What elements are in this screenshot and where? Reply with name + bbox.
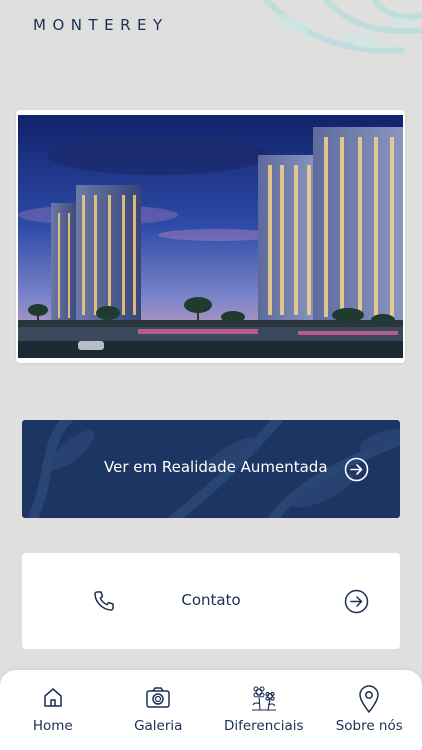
bottom-tab-bar: Home Galeria Diferenciais Sobre nós [0, 670, 422, 750]
tab-home-label: Home [32, 718, 73, 734]
brand-logo: MONTEREY [33, 16, 169, 34]
tab-galeria-label: Galeria [134, 718, 183, 734]
location-pin-icon [359, 685, 379, 713]
arrow-right-circle-icon [344, 589, 369, 614]
home-icon [44, 688, 62, 707]
tab-diferenciais[interactable]: Diferenciais [211, 670, 317, 750]
contact-button[interactable]: Contato [22, 553, 400, 649]
hero-image [16, 110, 405, 363]
flowers-icon [251, 686, 276, 711]
tab-galeria[interactable]: Galeria [106, 670, 212, 750]
arrow-right-circle-icon [344, 457, 369, 482]
camera-icon [146, 687, 170, 708]
tab-home[interactable]: Home [0, 670, 106, 750]
tab-diferenciais-label: Diferenciais [223, 718, 304, 734]
leaf-decoration [262, 0, 422, 54]
tab-sobre-nos-label: Sobre nós [335, 718, 403, 734]
building-render-image [18, 115, 403, 358]
tab-sobre-nos[interactable]: Sobre nós [317, 670, 422, 750]
augmented-reality-button[interactable]: Ver em Realidade Aumentada [22, 420, 400, 518]
